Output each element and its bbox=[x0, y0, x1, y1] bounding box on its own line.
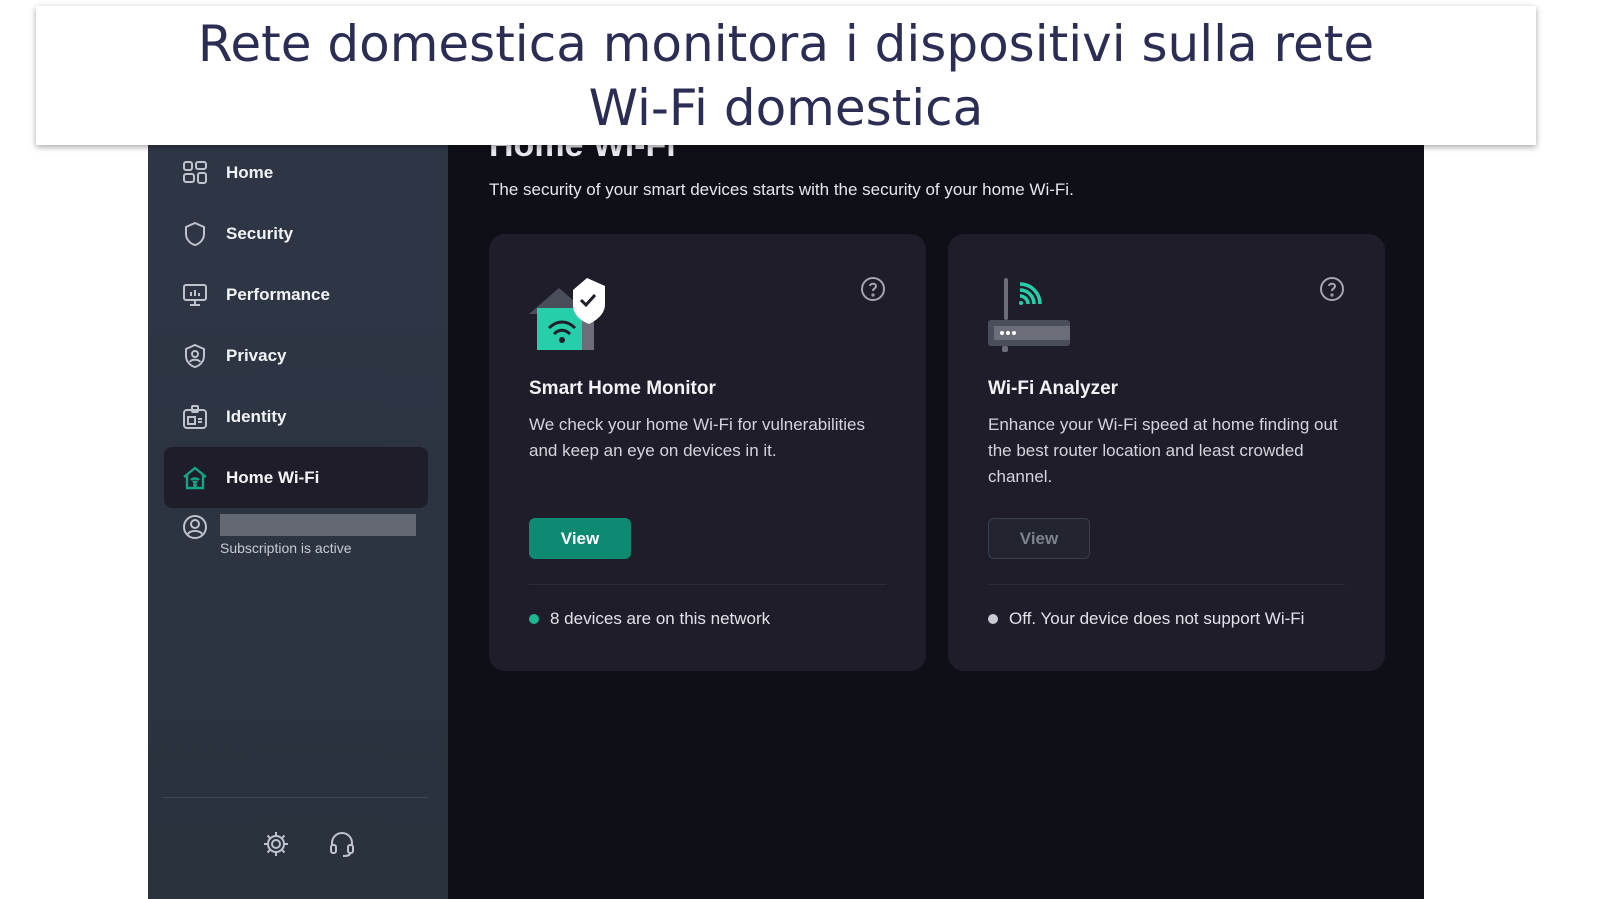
sidebar-divider bbox=[162, 797, 428, 798]
card-smart-home-monitor: Smart Home Monitor We check your home Wi… bbox=[489, 234, 926, 671]
view-button[interactable]: View bbox=[529, 518, 631, 559]
sidebar-item-security[interactable]: Security bbox=[164, 203, 428, 264]
card-text: We check your home Wi-Fi for vulnerabili… bbox=[529, 415, 866, 460]
user-icon bbox=[183, 515, 207, 539]
sidebar-item-privacy[interactable]: Privacy bbox=[164, 325, 428, 386]
smart-home-shield-icon bbox=[529, 278, 605, 350]
sidebar-item-identity[interactable]: Identity bbox=[164, 386, 428, 447]
status-text: 8 devices are on this network bbox=[550, 609, 771, 628]
card-text: Enhance your Wi-Fi speed at home finding… bbox=[988, 415, 1338, 486]
caption-banner: Rete domestica monitora i dispositivi su… bbox=[36, 6, 1536, 145]
card-status: 8 devices are on this network bbox=[529, 609, 770, 629]
gear-icon[interactable] bbox=[262, 830, 290, 858]
card-title: Smart Home Monitor bbox=[529, 378, 716, 399]
home-wifi-icon bbox=[183, 465, 207, 489]
status-text: Off. Your device does not support Wi-Fi bbox=[1009, 609, 1305, 628]
caption-line-1: Rete domestica monitora i dispositivi su… bbox=[197, 14, 1375, 73]
id-card-icon bbox=[183, 404, 207, 429]
status-dot bbox=[988, 614, 998, 624]
headset-icon[interactable] bbox=[328, 830, 356, 858]
app-window: Home Security Performance Privacy Identi… bbox=[148, 100, 1424, 899]
card-title: Wi-Fi Analyzer bbox=[988, 378, 1119, 399]
sidebar-item-label: Home Wi-Fi bbox=[226, 467, 320, 487]
status-dot bbox=[529, 614, 539, 624]
router-icon bbox=[988, 278, 1070, 352]
card-wifi-analyzer: Wi-Fi Analyzer Enhance your Wi-Fi speed … bbox=[948, 234, 1385, 671]
sidebar-item-label: Security bbox=[226, 223, 294, 243]
privacy-icon bbox=[185, 343, 205, 368]
sidebar-item-home-wifi[interactable]: Home Wi-Fi bbox=[164, 447, 428, 508]
sidebar-item-performance[interactable]: Performance bbox=[164, 264, 428, 325]
account-section[interactable]: Subscription is active bbox=[182, 514, 416, 556]
sidebar: Home Security Performance Privacy Identi… bbox=[148, 100, 448, 899]
shield-icon bbox=[185, 221, 205, 246]
monitor-icon bbox=[183, 283, 207, 306]
help-icon[interactable] bbox=[860, 276, 886, 302]
sidebar-nav: Home Security Performance Privacy Identi… bbox=[164, 142, 428, 508]
card-divider bbox=[988, 584, 1345, 585]
sidebar-item-label: Performance bbox=[226, 284, 330, 304]
account-name-redacted bbox=[220, 514, 416, 536]
sidebar-item-label: Identity bbox=[226, 406, 287, 426]
subscription-status: Subscription is active bbox=[220, 540, 352, 556]
sidebar-item-label: Home bbox=[226, 162, 274, 182]
sidebar-item-label: Privacy bbox=[226, 345, 287, 365]
main-content: Home Wi-Fi The security of your smart de… bbox=[448, 100, 1424, 899]
sidebar-item-home[interactable]: Home bbox=[164, 142, 428, 203]
page-description: The security of your smart devices start… bbox=[489, 180, 1074, 199]
card-status: Off. Your device does not support Wi-Fi bbox=[988, 609, 1304, 629]
card-divider bbox=[529, 584, 886, 585]
caption-line-2: Wi-Fi domestica bbox=[588, 78, 984, 137]
grid-icon bbox=[183, 160, 207, 184]
view-button-disabled[interactable]: View bbox=[988, 518, 1090, 559]
help-icon[interactable] bbox=[1319, 276, 1345, 302]
